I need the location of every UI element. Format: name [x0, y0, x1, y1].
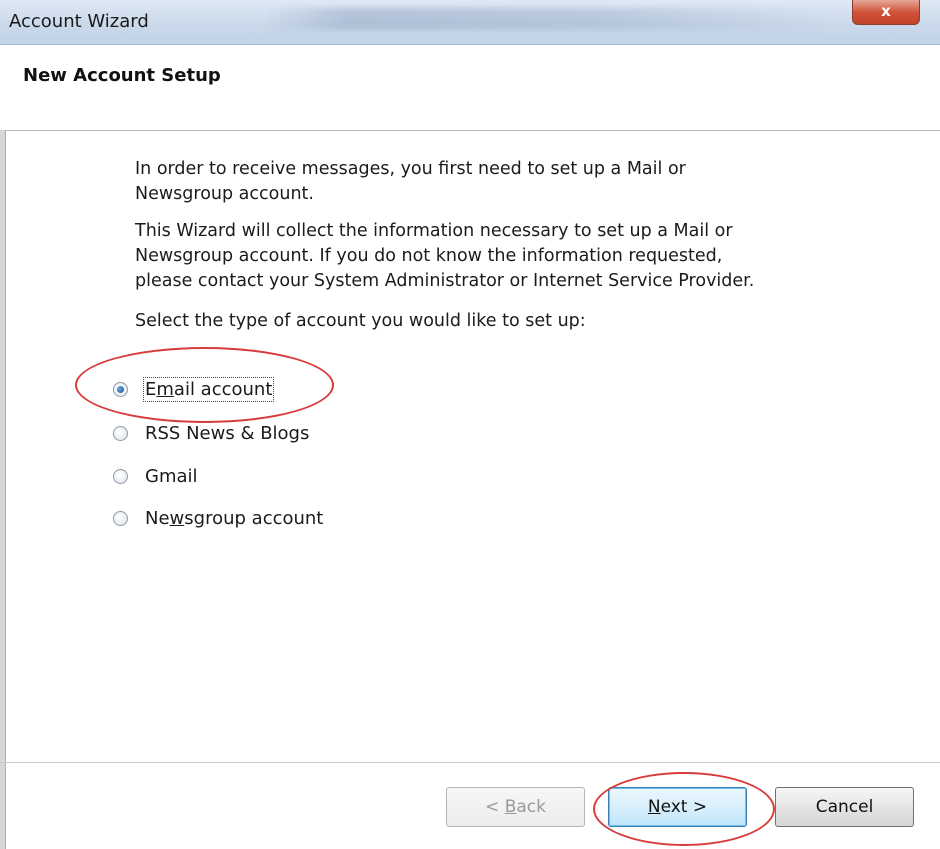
- info-line-2: Newsgroup account. If you do not know th…: [135, 246, 723, 266]
- radio-label-rss[interactable]: RSS News & Blogs: [145, 423, 309, 444]
- close-button[interactable]: x: [852, 0, 920, 25]
- radio-label-gmail[interactable]: Gmail: [145, 466, 198, 487]
- next-button[interactable]: Next >: [608, 787, 747, 827]
- radio-email-account[interactable]: Email account: [113, 374, 275, 404]
- intro-line-1: In order to receive messages, you first …: [135, 159, 686, 179]
- window-left-edge: [0, 130, 6, 849]
- radio-button[interactable]: [113, 510, 128, 526]
- intro-line-2: Newsgroup account.: [135, 184, 314, 204]
- radio-newsgroup-account[interactable]: Newsgroup account: [113, 503, 323, 533]
- radio-label-newsgroup[interactable]: Newsgroup account: [145, 508, 323, 529]
- info-line-3: please contact your System Administrator…: [135, 271, 755, 291]
- title-bar: Account Wizard x: [0, 0, 940, 45]
- wizard-header: New Account Setup: [0, 45, 940, 131]
- info-line-1: This Wizard will collect the information…: [135, 221, 733, 241]
- select-prompt: Select the type of account you would lik…: [135, 311, 586, 331]
- radio-button[interactable]: [113, 425, 128, 441]
- footer-divider: [0, 762, 940, 763]
- cancel-button[interactable]: Cancel: [775, 787, 914, 827]
- window-title: Account Wizard: [9, 11, 149, 32]
- info-paragraph: This Wizard will collect the information…: [135, 219, 855, 294]
- radio-button[interactable]: [113, 468, 128, 484]
- back-button[interactable]: < Back: [446, 787, 585, 827]
- page-title: New Account Setup: [23, 65, 221, 86]
- blurred-title-overlay: [265, 8, 825, 30]
- radio-rss-news-blogs[interactable]: RSS News & Blogs: [113, 418, 309, 448]
- radio-button-checked[interactable]: [113, 381, 128, 397]
- radio-gmail[interactable]: Gmail: [113, 461, 198, 491]
- intro-paragraph: In order to receive messages, you first …: [135, 157, 855, 207]
- radio-label-email[interactable]: Email account: [142, 376, 275, 402]
